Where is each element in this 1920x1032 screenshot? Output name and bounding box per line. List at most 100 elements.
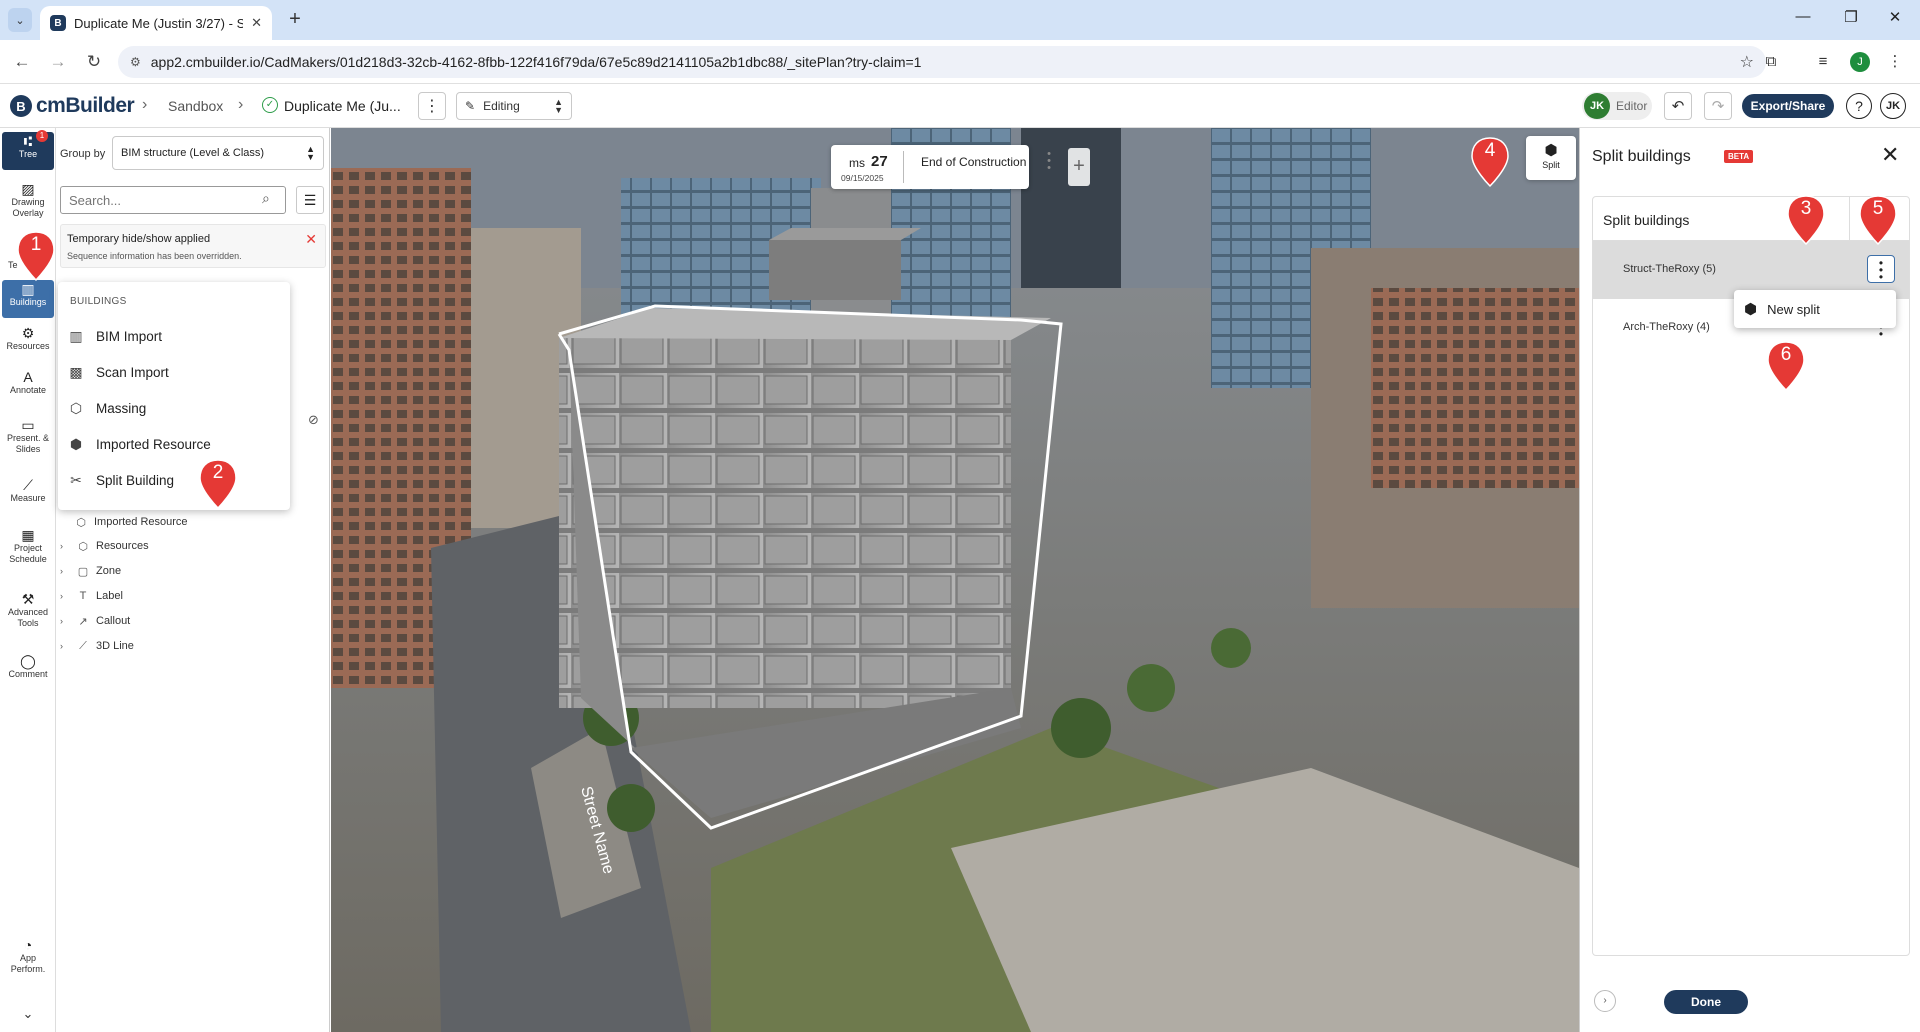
chevron-right-icon[interactable]: › [60, 616, 70, 626]
buildings-menu: BUILDINGS ▥ BIM Import ▩ Scan Import ⬡ M… [58, 282, 290, 510]
tree-badge: 1 [36, 130, 48, 142]
breadcrumb-sandbox[interactable]: Sandbox [168, 98, 223, 114]
row-menu-button[interactable]: ••• [1867, 255, 1895, 283]
app-logo[interactable]: B cmBuilder [10, 94, 135, 118]
callout-marker-1: 1 [16, 230, 56, 282]
rail-advanced-tools[interactable]: ⚒ Advanced Tools [2, 591, 54, 642]
rail-project-schedule[interactable]: ▦ Project Schedule [2, 528, 54, 578]
tree-item-callout[interactable]: › ↗ Callout [60, 611, 130, 631]
group-by-value: BIM structure (Level & Class) [121, 147, 265, 159]
site-info-icon[interactable]: ⚙ [130, 55, 141, 69]
tree-item-resources[interactable]: › ⬡ Resources [60, 536, 149, 556]
rail-collapse-icon[interactable]: ⌄ [2, 1007, 54, 1028]
milestone-selector[interactable]: ms 27 09/15/2025 End of Construction • • • [831, 145, 1051, 189]
milestone-number: 27 [871, 153, 888, 170]
user-avatar[interactable]: JK [1584, 93, 1610, 119]
split-buildings-panel: Split buildings BETA ✕ Split buildings S… [1579, 128, 1920, 1032]
split-list-header-label: Split buildings [1603, 212, 1690, 228]
milestone-drag-handle[interactable]: • • • [1043, 149, 1055, 174]
chevron-right-icon[interactable]: › [60, 591, 70, 601]
forward-icon[interactable]: → [46, 50, 70, 74]
menu-item-split-building[interactable]: ✂ Split Building [68, 466, 280, 494]
done-button[interactable]: Done [1664, 990, 1748, 1014]
tree-item-label[interactable]: › T Label [60, 586, 123, 606]
undo-button[interactable]: ↶ [1664, 92, 1692, 120]
chevron-right-icon[interactable]: › [60, 641, 70, 651]
split-tool-button[interactable]: ⬢ Split [1526, 136, 1576, 180]
expand-chevron-icon[interactable]: › [1594, 990, 1616, 1012]
chevron-right-icon[interactable]: › [60, 566, 70, 576]
logo-mark: B [10, 95, 32, 117]
callout-icon: ↗ [78, 615, 88, 628]
restore-icon[interactable]: ❐ [1836, 8, 1866, 26]
browser-menu-icon[interactable]: ⋮ [1884, 51, 1906, 73]
tree-item-zone[interactable]: › ▢ Zone [60, 561, 121, 581]
add-milestone-button[interactable]: + [1068, 148, 1090, 186]
pencil-icon: ✎ [465, 99, 476, 113]
split-icon: ⬢ [1544, 142, 1558, 159]
rail-resources[interactable]: ⚙ Resources [2, 325, 54, 364]
rail-comment[interactable]: ◯ Comment [2, 654, 54, 692]
rail-annotate[interactable]: A Annotate [2, 369, 54, 408]
menu-item-imported-resource[interactable]: ⬢ Imported Resource [68, 430, 280, 458]
visibility-toggle-icon[interactable]: ⊘ [308, 412, 319, 428]
media-icon[interactable]: ≡ [1812, 51, 1834, 73]
bookmark-star-icon[interactable]: ☆ [1740, 52, 1754, 72]
window-close-icon[interactable]: ✕ [1880, 8, 1910, 26]
row-context-menu: ⬢ New split [1734, 290, 1896, 328]
override-notice: Temporary hide/show applied Sequence inf… [60, 224, 326, 268]
annotate-icon: A [23, 369, 33, 385]
menu-item-bim-import[interactable]: ▥ BIM Import [68, 322, 280, 350]
notice-title: Temporary hide/show applied [67, 233, 211, 245]
url-input[interactable]: ⚙ app2.cmbuilder.io/CadMakers/01d218d3-3… [118, 46, 1766, 78]
browser-tab[interactable]: B Duplicate Me (Justin 3/27) - Sa ✕ [40, 6, 272, 40]
clear-override-icon[interactable]: ✕ [305, 231, 317, 248]
rail-buildings[interactable]: ▥ Buildings [2, 280, 54, 318]
rail-measure[interactable]: ⟋ Measure [2, 477, 54, 516]
filter-button[interactable]: ☰ [296, 186, 324, 214]
chevron-right-icon[interactable]: › [60, 541, 70, 551]
new-split-item[interactable]: New split [1767, 302, 1820, 317]
close-panel-icon[interactable]: ✕ [1881, 142, 1899, 168]
url-text: app2.cmbuilder.io/CadMakers/01d218d3-32c… [150, 54, 922, 70]
street-name-label: Street Name [577, 785, 617, 876]
tree-search-input[interactable] [60, 186, 286, 214]
help-button[interactable]: ? [1846, 93, 1872, 119]
redo-button[interactable]: ↷ [1704, 92, 1732, 120]
image-icon: ▨ [21, 181, 35, 197]
extensions-icon[interactable]: ⧉ [1760, 51, 1782, 73]
new-tab-button[interactable]: + [284, 9, 306, 31]
back-icon[interactable]: ← [10, 50, 34, 74]
tools-icon: ⚒ [21, 591, 35, 607]
tree-item-imported-resource[interactable]: ⬡ Imported Resource [74, 512, 187, 532]
group-by-select[interactable]: BIM structure (Level & Class) ▲ ▼ [112, 136, 324, 170]
close-icon[interactable]: ✕ [251, 15, 262, 31]
ruler-icon: ⟋ [23, 477, 33, 493]
street-label-overlay: Street Name [577, 785, 617, 876]
browser-profile-avatar[interactable]: J [1850, 52, 1870, 72]
mode-select[interactable]: ✎ Editing ▲ ▼ [456, 92, 572, 120]
building-icon: ▥ [21, 281, 35, 297]
resources-icon: ⚙ [21, 325, 35, 341]
menu-item-scan-import[interactable]: ▩ Scan Import [68, 358, 280, 386]
profile-avatar[interactable]: JK [1880, 93, 1906, 119]
minimize-icon[interactable]: — [1788, 8, 1818, 25]
rail-present-slides[interactable]: ▭ Present. & Slides [2, 418, 54, 464]
export-share-button[interactable]: Export/Share [1742, 94, 1834, 118]
cube-icon: ⬡ [76, 516, 86, 529]
rail-drawing-overlay[interactable]: ▨ Drawing Overlay [2, 181, 54, 228]
check-circle-icon: ✓ [262, 97, 278, 113]
line-icon: ⟋ [79, 639, 87, 652]
project-menu-button[interactable]: ⋮ [418, 92, 446, 120]
cube-outline-icon: ⬢ [69, 435, 83, 452]
3d-viewport[interactable]: Street Name [331, 128, 1579, 1032]
callout-marker-5: 5 [1858, 194, 1898, 246]
tab-search-button[interactable]: ⌄ [8, 8, 32, 32]
reload-icon[interactable]: ↻ [82, 50, 106, 74]
rail-app-performance[interactable]: ◔ App Perform. [2, 938, 54, 984]
tree-item-3d-line[interactable]: › ⟋ 3D Line [60, 636, 134, 656]
menu-item-massing[interactable]: ⬡ Massing [68, 394, 280, 422]
breadcrumb-project[interactable]: Duplicate Me (Ju... [284, 98, 401, 114]
rail-tree[interactable]: ⑆ Tree 1 [2, 130, 54, 170]
notice-subtitle: Sequence information has been overridden… [67, 251, 242, 261]
